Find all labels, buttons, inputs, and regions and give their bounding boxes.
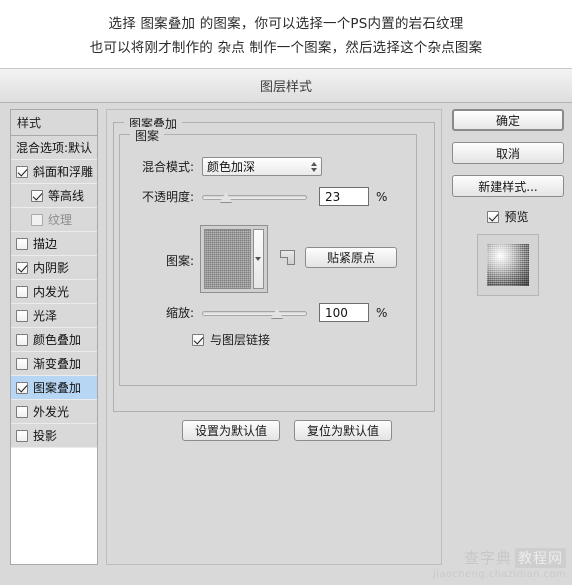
caption-line-1: 选择 图案叠加 的图案，你可以选择一个PS内置的岩石纹理 [108,16,464,32]
pattern-section-group: 图案 混合模式: 颜色加深 不透明度: 23 % 图案: 贴紧原点 缩放: 10… [119,127,417,386]
pattern-dropdown-arrow-icon[interactable] [252,229,264,289]
link-with-layer-checkbox[interactable]: 与图层链接 [192,331,270,348]
reset-to-default-button[interactable]: 复位为默认值 [294,420,392,441]
pattern-overlay-pane: 图案叠加 图案 混合模式: 颜色加深 不透明度: 23 % 图案: 贴紧原点 缩… [106,109,442,565]
dialog-title: 图层样式 [259,80,312,95]
styles-list-item-label: 斜面和浮雕 [33,165,94,179]
styles-list-item[interactable]: 内发光 [11,280,97,304]
styles-list-item[interactable]: 图案叠加 [11,376,97,400]
scale-row: 缩放: 100 % [128,303,387,322]
styles-list-item[interactable]: 光泽 [11,304,97,328]
opacity-row: 不透明度: 23 % [128,187,387,206]
opacity-value: 23 [325,189,341,204]
defaults-button-row: 设置为默认值 复位为默认值 [182,420,392,441]
styles-list-item-label: 等高线 [48,189,85,203]
preview-thumbnail [487,244,529,286]
styles-list[interactable]: 混合选项:默认斜面和浮雕等高线纹理描边内阴影内发光光泽颜色叠加渐变叠加图案叠加外… [10,135,98,565]
styles-panel: 样式 混合选项:默认斜面和浮雕等高线纹理描边内阴影内发光光泽颜色叠加渐变叠加图案… [10,109,98,565]
styles-list-item-label: 外发光 [33,405,70,419]
checkbox-icon[interactable] [16,381,28,394]
styles-list-item-label: 混合选项:默认 [16,141,93,155]
pattern-swatch-picker[interactable] [200,225,268,293]
styles-list-item-label: 描边 [33,237,58,251]
cancel-button[interactable]: 取消 [452,142,564,164]
layer-style-dialog: 图层样式 样式 混合选项:默认斜面和浮雕等高线纹理描边内阴影内发光光泽颜色叠加渐… [0,68,572,585]
styles-list-item-label: 纹理 [48,213,73,227]
styles-list-item[interactable]: 外发光 [11,400,97,424]
dialog-actions: 确定 取消 新建样式... 预览 [452,109,564,565]
instruction-caption: 选择 图案叠加 的图案，你可以选择一个PS内置的岩石纹理 也可以将刚才制作的 杂… [0,0,572,68]
blend-mode-select[interactable]: 颜色加深 [202,157,322,176]
watermark-brand-tag: 教程网 [515,547,566,568]
preview-checkbox[interactable]: 预览 [452,208,564,225]
scale-slider-track [202,310,307,316]
styles-list-item[interactable]: 等高线 [11,184,97,208]
checkbox-icon[interactable] [16,357,28,370]
scale-unit: % [376,305,388,320]
caption-line-2: 也可以将刚才制作的 杂点 制作一个图案，然后选择这个杂点图案 [89,40,483,56]
link-with-layer-label: 与图层链接 [210,333,271,347]
dialog-body: 样式 混合选项:默认 斜面和浮雕 等高线 纹理 描边 内阴影 内发光 光泽 颜色叠加 渐变叠加 图案… [0,103,572,585]
styles-list-item[interactable]: 纹理 [11,208,97,232]
checkbox-icon[interactable] [31,189,43,202]
preview-thumbnail-box [477,234,539,296]
dialog-titlebar: 图层样式 [0,69,572,103]
pattern-label: 图案: [165,254,194,268]
chevron-updown-icon [311,161,317,172]
scale-label: 缩放: [165,306,194,320]
checkbox-icon[interactable] [16,165,28,178]
styles-list-item-label: 内阴影 [33,261,70,275]
snap-to-origin-button[interactable]: 贴紧原点 [305,247,397,268]
checkbox-icon[interactable] [31,213,43,226]
scale-input[interactable]: 100 [319,303,369,322]
opacity-slider[interactable] [202,190,307,204]
new-pattern-icon[interactable] [280,250,295,265]
opacity-unit: % [376,189,388,204]
styles-panel-header: 样式 [10,109,98,135]
scale-value: 100 [325,305,348,320]
blend-mode-row: 混合模式: 颜色加深 [128,157,322,176]
new-style-button[interactable]: 新建样式... [452,175,564,197]
styles-list-item[interactable]: 描边 [11,232,97,256]
checkbox-icon [487,210,500,223]
checkbox-icon[interactable] [16,333,28,346]
styles-list-item-label: 内发光 [33,285,70,299]
ok-button[interactable]: 确定 [452,109,564,131]
opacity-label: 不透明度: [141,190,194,204]
site-watermark: 查字典 教程网 jiaocheng.chazidian.com [433,547,566,580]
styles-list-item-label: 渐变叠加 [33,357,82,371]
watermark-brand: 查字典 [463,549,512,567]
set-as-default-button[interactable]: 设置为默认值 [182,420,280,441]
checkbox-icon[interactable] [16,261,28,274]
pattern-row: 图案: [128,252,194,269]
checkbox-icon[interactable] [16,237,28,250]
styles-list-item[interactable]: 渐变叠加 [11,352,97,376]
styles-list-item-label: 颜色叠加 [33,333,82,347]
styles-list-item-label: 图案叠加 [33,381,82,395]
styles-list-item[interactable]: 颜色叠加 [11,328,97,352]
opacity-slider-handle[interactable] [220,191,233,202]
pattern-section-legend: 图案 [130,127,165,144]
pattern-swatch-preview [204,229,251,289]
styles-list-item[interactable]: 投影 [11,424,97,448]
opacity-input[interactable]: 23 [319,187,369,206]
checkbox-icon[interactable] [16,309,28,322]
preview-label: 预览 [504,210,529,224]
blend-mode-value: 颜色加深 [207,160,256,174]
blend-mode-label: 混合模式: [141,160,194,174]
styles-list-item-label: 投影 [33,429,58,443]
watermark-url: jiaocheng.chazidian.com [433,569,566,580]
styles-list-item-label: 光泽 [33,309,58,323]
checkbox-icon[interactable] [16,429,28,442]
opacity-slider-track [202,194,307,200]
scale-slider-handle[interactable] [271,307,283,318]
checkbox-icon [192,333,204,346]
styles-list-item[interactable]: 内阴影 [11,256,97,280]
checkbox-icon[interactable] [16,285,28,298]
styles-list-item[interactable]: 斜面和浮雕 [11,160,97,184]
checkbox-icon[interactable] [16,405,28,418]
styles-list-item[interactable]: 混合选项:默认 [11,136,97,160]
scale-slider[interactable] [202,306,307,320]
